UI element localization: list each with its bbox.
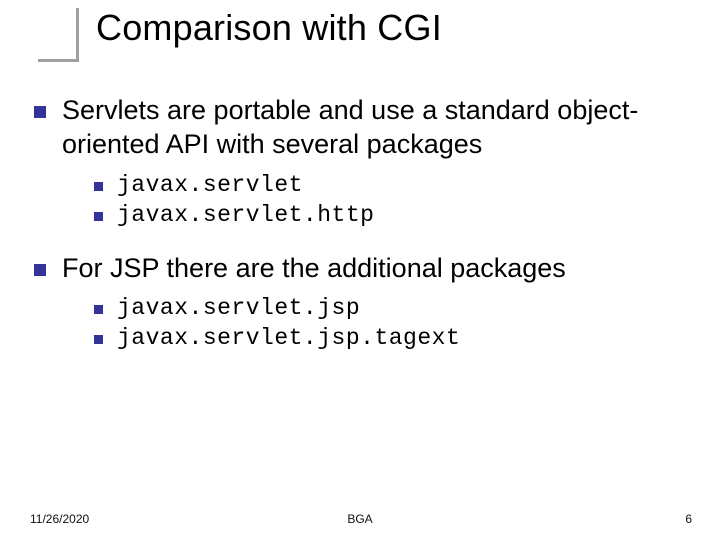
list-item-text: For JSP there are the additional package… [62,252,566,286]
list-item: For JSP there are the additional package… [34,252,690,286]
square-bullet-icon [94,212,103,221]
list-item: javax.servlet [94,172,690,198]
title-frame-left-line [76,8,79,62]
footer-center: BGA [0,512,720,526]
list-item: javax.servlet.jsp.tagext [94,325,690,351]
square-bullet-icon [34,106,46,118]
slide-body: Servlets are portable and use a standard… [34,94,690,375]
code-text: javax.servlet.jsp [117,295,360,321]
list-item-text: Servlets are portable and use a standard… [62,94,690,162]
square-bullet-icon [34,264,46,276]
list-item: javax.servlet.jsp [94,295,690,321]
slide-title: Comparison with CGI [96,8,442,48]
square-bullet-icon [94,335,103,344]
sublist: javax.servlet.jsp javax.servlet.jsp.tage… [94,295,690,351]
code-text: javax.servlet [117,172,303,198]
list-item: Servlets are portable and use a standard… [34,94,690,162]
code-text: javax.servlet.jsp.tagext [117,325,460,351]
footer-page-number: 6 [685,512,692,526]
slide-title-frame: Comparison with CGI [38,8,442,62]
title-frame-bottom-line [38,59,78,62]
list-item: javax.servlet.http [94,202,690,228]
square-bullet-icon [94,305,103,314]
code-text: javax.servlet.http [117,202,374,228]
square-bullet-icon [94,182,103,191]
sublist: javax.servlet javax.servlet.http [94,172,690,228]
